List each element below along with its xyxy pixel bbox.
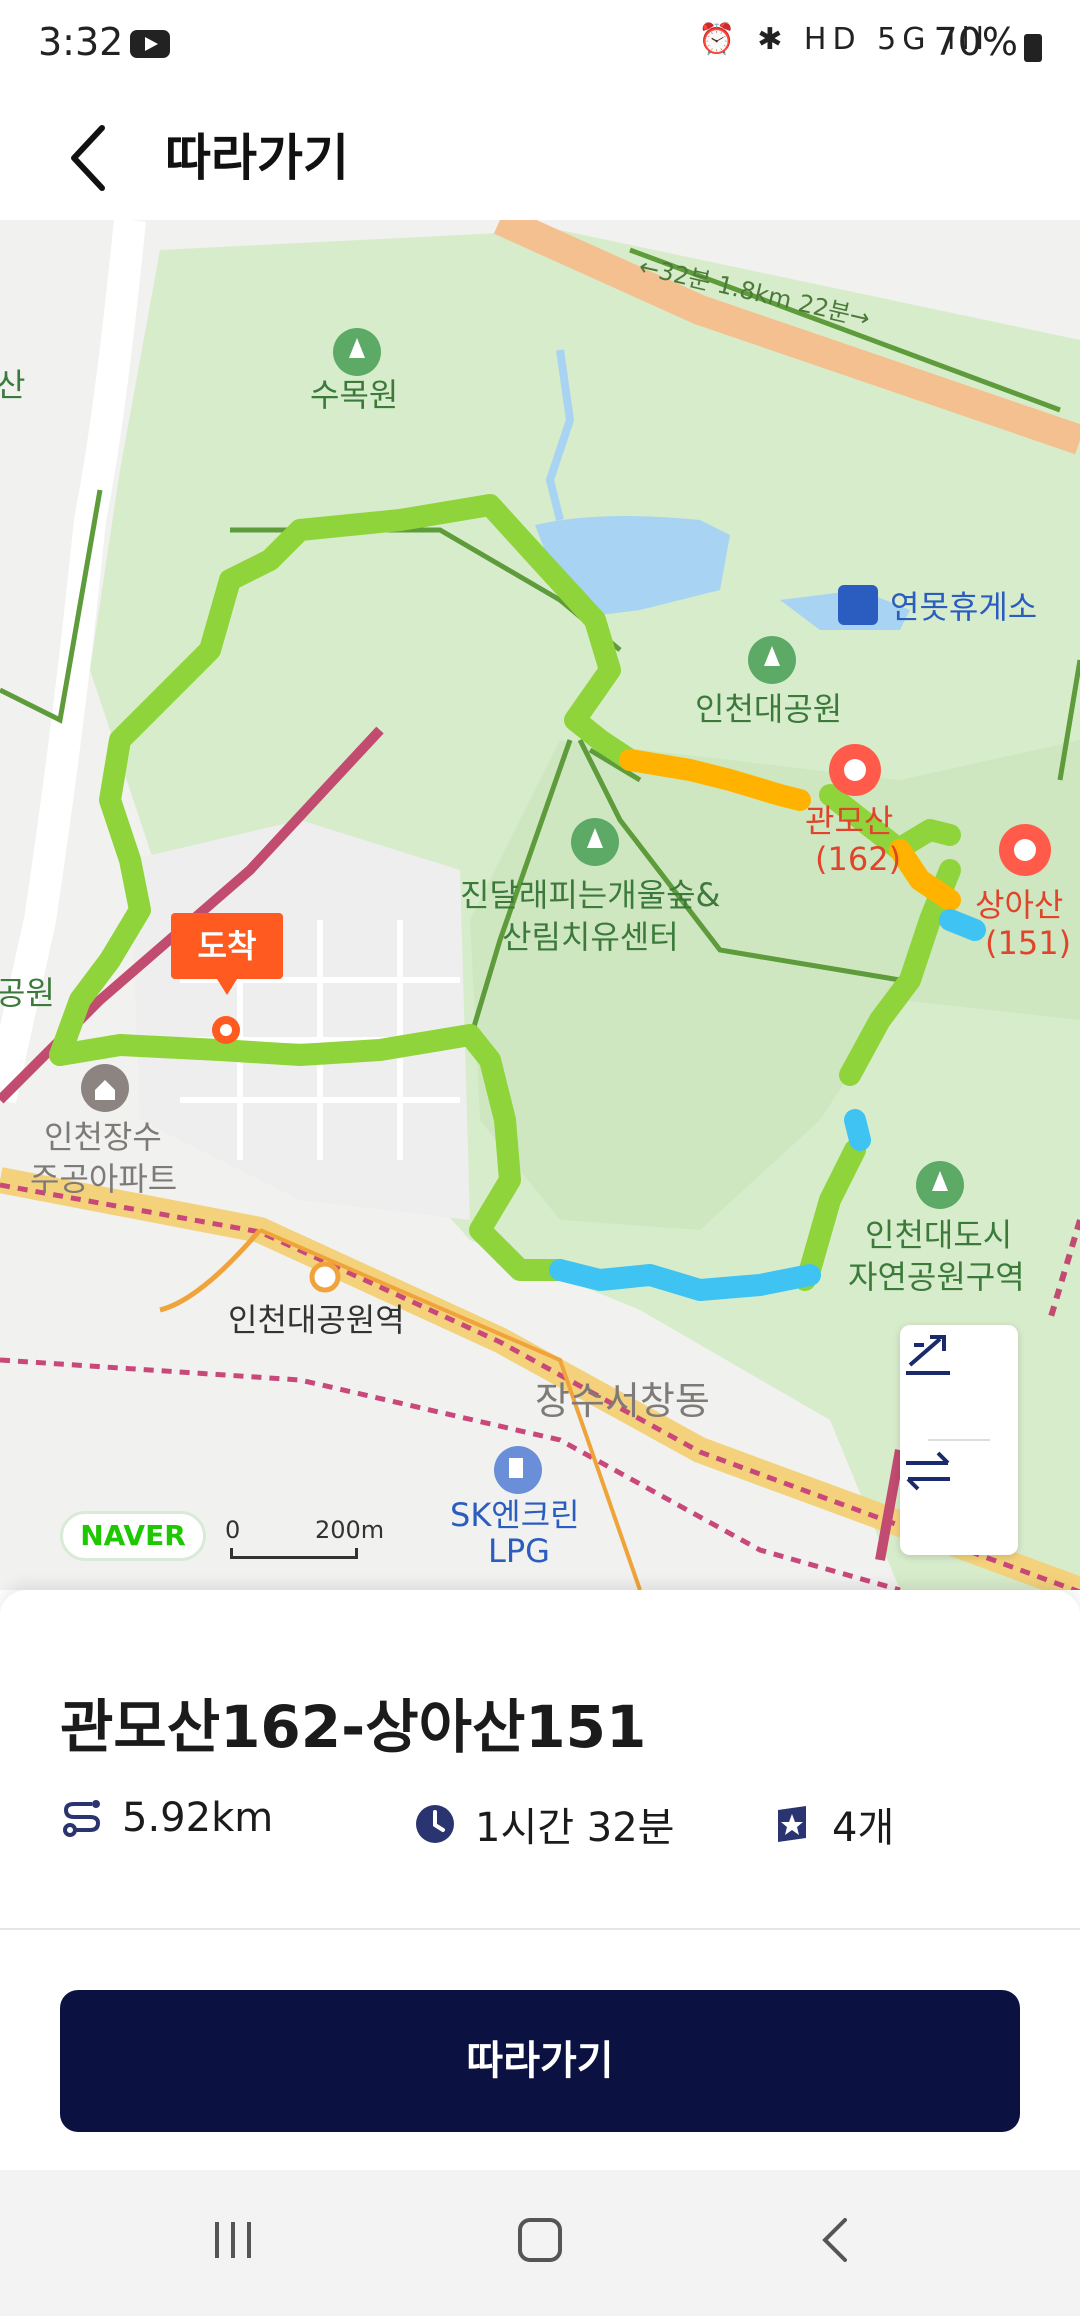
arrival-tag: 도착 (171, 913, 283, 995)
gas-station-label-1: SK엔크린 (450, 1496, 580, 1534)
youtube-icon (130, 30, 170, 58)
peaks-value: 4개 (832, 1805, 895, 1851)
swap-arrows-icon (906, 1451, 950, 1491)
apartment-label-1: 인천장수 (44, 1118, 162, 1156)
sumokwon-label: 수목원 (310, 376, 399, 414)
gwanmosan-height-label: (162) (815, 840, 902, 878)
scale-zero: 0 (225, 1516, 241, 1544)
controls-divider (928, 1439, 990, 1441)
gwanmosan-label: 관모산 (805, 802, 894, 840)
home-button[interactable] (485, 2190, 595, 2290)
nav-back-button[interactable] (782, 2190, 892, 2290)
route-distance-icon (63, 1800, 101, 1837)
naver-logo: NAVER (60, 1511, 206, 1561)
edge-label-mid: 공원 (0, 974, 55, 1012)
scale-bar (230, 1548, 358, 1559)
city-park-label-2: 자연공원구역 (848, 1258, 1025, 1296)
sangasan-label: 상아산 (975, 886, 1064, 924)
distance-stat: 5.92km (60, 1795, 273, 1841)
station-label: 인천대공원역 (228, 1301, 405, 1339)
elevation-toggle-button[interactable] (900, 1325, 1018, 1435)
forest-center-label-1: 진달래피는개울숲& (460, 876, 721, 914)
reverse-route-button[interactable] (900, 1443, 1018, 1553)
recent-apps-icon (215, 2222, 251, 2258)
city-park-label-1: 인천대도시 (865, 1216, 1013, 1254)
sheet-divider (0, 1928, 1080, 1930)
course-info-sheet: 관모산162-상아산151 5.92km 1시간 32분 4개 따라가기 (0, 1590, 1080, 2170)
district-label: 장수서창동 (535, 1379, 710, 1423)
duration-value: 1시간 32분 (475, 1805, 675, 1851)
course-title: 관모산162-상아산151 (60, 1693, 647, 1761)
route-map[interactable]: ←32분 1.8km 22분→ 수목원 산 연못휴게소 인천대공원 관모산 (1… (0, 220, 1080, 1590)
app-header: 따라가기 (0, 96, 1080, 220)
sangasan-height-label: (151) (985, 924, 1072, 962)
elevation-icon (906, 1335, 950, 1375)
distance-value: 5.92km (122, 1795, 274, 1841)
system-nav-bar (0, 2170, 1080, 2316)
edge-label-top: 산 (0, 366, 26, 404)
page-title: 따라가기 (165, 129, 349, 187)
forest-center-label-2: 산림치유센터 (502, 918, 679, 956)
back-icon (822, 2218, 847, 2262)
status-bar: 3:32 ⏰ ✱ HD 5G ıll 70% (0, 0, 1080, 96)
apartment-label-2: 주공아파트 (30, 1160, 178, 1198)
battery-percent: 70% (933, 20, 1018, 64)
chevron-left-icon (71, 125, 105, 191)
map-controls (900, 1325, 1018, 1555)
follow-course-button[interactable]: 따라가기 (60, 1990, 1020, 2132)
recent-apps-button[interactable] (178, 2190, 288, 2290)
peaks-stat: 4개 (770, 1795, 894, 1853)
gas-station-label-2: LPG (488, 1532, 550, 1570)
clock-icon (416, 1805, 454, 1843)
rest-area-label: 연못휴게소 (890, 588, 1038, 626)
home-icon (518, 2218, 562, 2262)
scale-label: 200m (315, 1516, 385, 1544)
battery-icon (1024, 34, 1042, 62)
back-button[interactable] (54, 114, 134, 202)
duration-stat: 1시간 32분 (413, 1795, 674, 1853)
status-time: 3:32 (38, 20, 124, 64)
peak-badge-icon (778, 1806, 806, 1842)
incheon-park-label: 인천대공원 (695, 690, 843, 728)
